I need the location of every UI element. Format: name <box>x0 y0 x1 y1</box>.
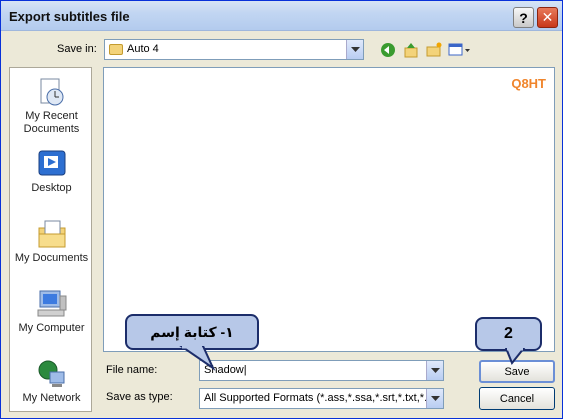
desktop-icon <box>36 148 68 180</box>
chevron-down-icon[interactable] <box>346 40 363 59</box>
place-recent-documents[interactable]: My Recent Documents <box>10 76 93 136</box>
callout-tail-1 <box>179 346 216 371</box>
window-title: Export subtitles file <box>9 9 130 24</box>
close-button[interactable]: ✕ <box>537 7 558 28</box>
callout-step-2-text: 2 <box>504 325 513 342</box>
place-label: My Network <box>22 392 81 404</box>
file-list[interactable]: Q8HT <box>103 67 555 352</box>
up-folder-icon[interactable] <box>402 41 420 59</box>
save-in-value: Auto 4 <box>127 43 159 55</box>
place-label: My Computer <box>18 322 85 334</box>
save-as-type-select[interactable]: All Supported Formats (*.ass,*.ssa,*.srt… <box>199 388 444 409</box>
file-name-field[interactable]: Shadow| <box>199 360 444 381</box>
place-label: My Recent Documents <box>23 110 80 135</box>
chevron-down-icon[interactable] <box>426 389 443 408</box>
my-documents-icon <box>36 218 68 250</box>
callout-step-1-text: ١- كتابة إسم <box>150 324 234 340</box>
help-button[interactable]: ? <box>513 7 534 28</box>
folder-icon <box>109 43 123 55</box>
views-menu-icon[interactable] <box>448 41 472 59</box>
recent-documents-icon <box>36 76 68 108</box>
place-label: Desktop <box>31 182 72 194</box>
new-folder-icon[interactable] <box>425 41 443 59</box>
place-my-computer[interactable]: My Computer <box>10 288 93 335</box>
save-as-type-value: All Supported Formats (*.ass,*.ssa,*.srt… <box>204 392 428 404</box>
callout-step-2: 2 <box>475 317 542 351</box>
export-dialog: Export subtitles file ? ✕ Save in: Auto … <box>0 0 563 419</box>
watermark-text: Q8HT <box>511 76 546 91</box>
save-in-label: Save in: <box>57 43 97 55</box>
my-network-icon <box>36 358 68 390</box>
callout-step-1: ١- كتابة إسم <box>125 314 259 350</box>
title-bar: Export subtitles file ? ✕ <box>1 1 562 31</box>
cancel-button[interactable]: Cancel <box>479 387 555 410</box>
back-icon[interactable] <box>379 41 397 59</box>
place-my-network[interactable]: My Network <box>10 358 93 405</box>
my-computer-icon <box>36 288 68 320</box>
place-my-documents[interactable]: My Documents <box>10 218 93 265</box>
save-in-combo[interactable]: Auto 4 <box>104 39 364 60</box>
callout-tail-2 <box>504 348 526 365</box>
place-label: My Documents <box>14 252 89 264</box>
place-desktop[interactable]: Desktop <box>10 148 93 195</box>
chevron-down-icon[interactable] <box>426 361 443 380</box>
places-bar: My Recent Documents Desktop My Documents… <box>9 67 92 412</box>
file-name-label: File name: <box>106 364 158 376</box>
save-as-type-label: Save as type: <box>106 391 173 403</box>
